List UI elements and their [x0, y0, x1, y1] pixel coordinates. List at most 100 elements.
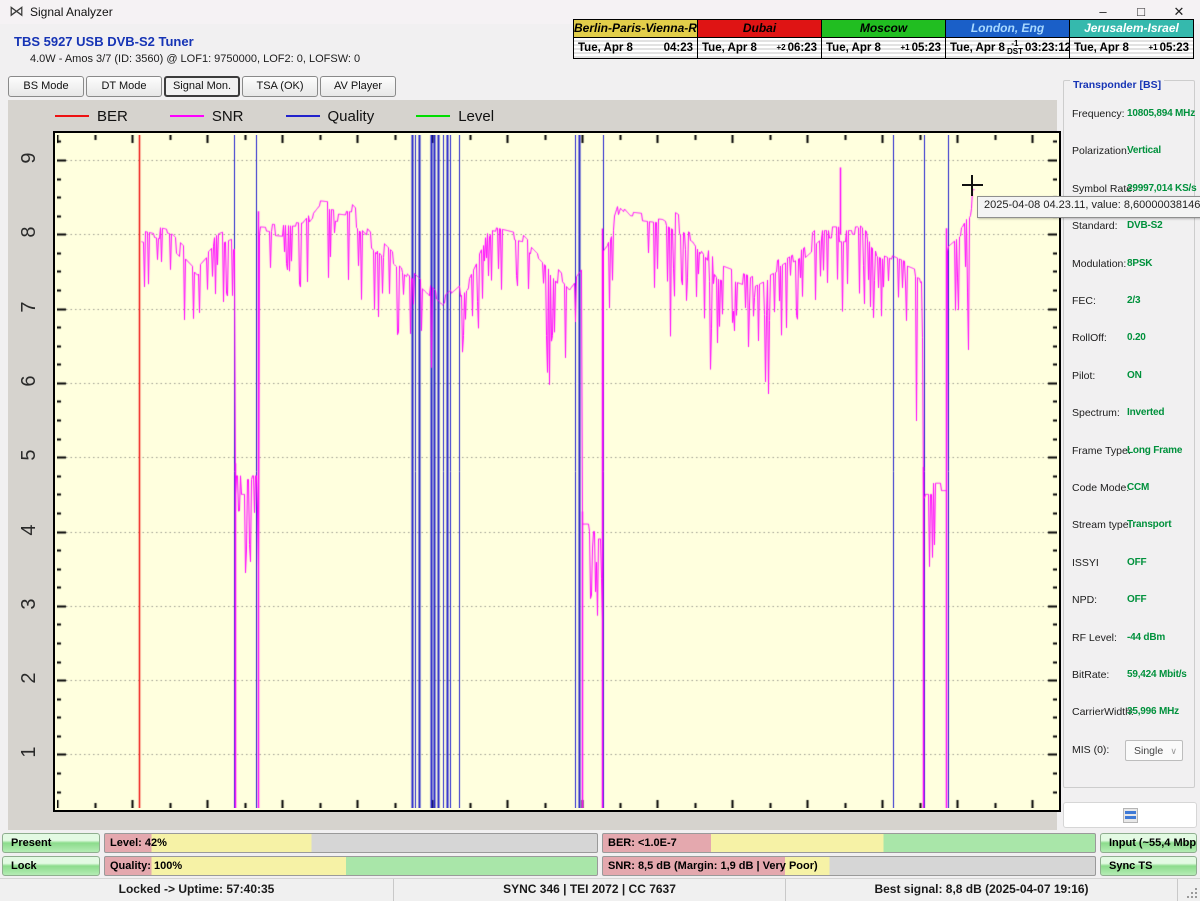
field-label: CarrierWidth: — [1072, 706, 1134, 718]
chevron-down-icon: ∨ — [1170, 741, 1177, 761]
clock-date: Tue, Apr 8 — [826, 42, 898, 54]
field-label: ISSYI — [1072, 557, 1099, 569]
field-value: 35,996 MHz — [1127, 706, 1179, 717]
field-label: RollOff: — [1072, 332, 1107, 344]
transponder-field: BitRate:59,424 Mbit/s — [1063, 669, 1197, 685]
field-label: MIS (0): — [1072, 744, 1109, 756]
tuner-title: TBS 5927 USB DVB-S2 Tuner — [14, 34, 194, 49]
transponder-field: ISSYI OFF — [1063, 557, 1197, 573]
clock-time: 05:23 — [912, 42, 941, 54]
y-axis-tick-label: 5 — [18, 442, 44, 468]
transponder-field: Modulation:8PSK — [1063, 258, 1197, 274]
y-axis-tick-label: 3 — [18, 591, 44, 617]
transponder-field: Spectrum:Inverted — [1063, 407, 1197, 423]
clock-date: Tue, Apr 8 — [1074, 42, 1146, 54]
clock-moscow: Moscow Tue, Apr 8 +1 05:23 — [821, 19, 946, 59]
transponder-field: NPD: OFF — [1063, 594, 1197, 610]
clock-date: Tue, Apr 8 — [702, 42, 774, 54]
mode-tabs: BS Mode DT Mode Signal Mon. TSA (OK) AV … — [8, 76, 396, 97]
field-value: 0.20 — [1127, 332, 1146, 343]
tab-signal-mon[interactable]: Signal Mon. — [164, 76, 240, 97]
field-label: Modulation: — [1072, 258, 1126, 270]
legend-item-quality: Quality — [286, 108, 375, 125]
field-label: Frequency: — [1072, 108, 1125, 120]
field-value: 10805,894 MHz — [1127, 108, 1195, 119]
clock-time-row: Tue, Apr 8 +1 05:23 — [822, 38, 945, 58]
clock-time-row: Tue, Apr 8 +2 06:23 — [698, 38, 821, 58]
transponder-field: Code Mode:CCM — [1063, 482, 1197, 498]
legend-label: BER — [97, 108, 128, 125]
field-label: Pilot: — [1072, 370, 1095, 382]
tab-av-player[interactable]: AV Player — [320, 76, 396, 97]
signal-chart-panel: BER SNR Quality Level 987654321 — [8, 100, 1057, 830]
tab-tsa[interactable]: TSA (OK) — [242, 76, 318, 97]
level-bar: Level: 42% — [104, 833, 598, 853]
transponder-field: Pilot:ON — [1063, 370, 1197, 386]
clock-london: London, Eng Tue, Apr 8 -1DST 03:23:12 — [945, 19, 1070, 59]
transponder-field: Stream type:Transport — [1063, 519, 1197, 535]
clock-time: 04:23 — [664, 42, 693, 54]
legend-label: Quality — [328, 108, 375, 125]
field-label: NPD: — [1072, 594, 1097, 606]
field-value: Vertical — [1127, 145, 1161, 156]
field-value: 59,424 Mbit/s — [1127, 669, 1187, 680]
clock-time-row: Tue, Apr 8 +1 05:23 — [1070, 38, 1193, 58]
transponder-field: Polarization:Vertical — [1063, 145, 1197, 161]
y-axis-tick-label: 1 — [18, 739, 44, 765]
legend-label: SNR — [212, 108, 244, 125]
transponder-field: RollOff: 0.20 — [1063, 332, 1197, 348]
y-axis-tick-label: 6 — [18, 368, 44, 394]
snr-line-swatch — [170, 115, 204, 117]
signal-analyzer-window: ⋈ Signal Analyzer – □ ✕ TBS 5927 USB DVB… — [0, 0, 1200, 900]
y-axis-tick-label: 4 — [18, 517, 44, 543]
tab-bs-mode[interactable]: BS Mode — [8, 76, 84, 97]
sync-ts-indicator: Sync TS — [1100, 856, 1197, 876]
signal-plot-area[interactable] — [53, 131, 1061, 812]
save-button[interactable] — [1063, 802, 1197, 828]
legend-label: Level — [458, 108, 494, 125]
transponder-field: CarrierWidth:35,996 MHz — [1063, 706, 1197, 722]
field-value: OFF — [1127, 557, 1146, 568]
clock-berlin: Berlin-Paris-Vienna-Roma Tue, Apr 8 04:2… — [573, 19, 698, 59]
snr-bar: SNR: 8,5 dB (Margin: 1,9 dB | Very Poor) — [602, 856, 1096, 876]
field-value: OFF — [1127, 594, 1146, 605]
clock-time-row: Tue, Apr 8 04:23 — [574, 38, 697, 58]
field-label: Frame Type: — [1072, 445, 1131, 457]
present-indicator: Present — [2, 833, 100, 853]
field-label: Spectrum: — [1072, 407, 1120, 419]
clock-label: London, Eng — [946, 20, 1069, 38]
clock-date: Tue, Apr 8 — [950, 42, 1005, 54]
tab-dt-mode[interactable]: DT Mode — [86, 76, 162, 97]
clock-offset: -1DST — [1007, 40, 1023, 56]
resize-grip[interactable] — [1187, 888, 1197, 898]
field-value: -44 dBm — [1127, 632, 1165, 643]
y-axis-tick-label: 9 — [18, 145, 44, 171]
status-bar: Locked -> Uptime: 57:40:35 SYNC 346 | TE… — [0, 878, 1200, 901]
transponder-field: Frequency:10805,894 MHz — [1063, 108, 1197, 124]
quality-line-swatch — [286, 115, 320, 117]
field-label: RF Level: — [1072, 632, 1117, 644]
mis-field: MIS (0): Single∨ — [1063, 744, 1197, 760]
groupbox-title: Transponder [BS] — [1070, 79, 1164, 91]
clock-label: Jerusalem-Israel — [1070, 20, 1193, 38]
level-line-swatch — [416, 115, 450, 117]
chart-legend: BER SNR Quality Level — [55, 107, 536, 125]
field-label: Stream type: — [1072, 519, 1132, 531]
transponder-field: FEC:2/3 — [1063, 295, 1197, 311]
transponder-field: RF Level: -44 dBm — [1063, 632, 1197, 648]
signal-chart-canvas[interactable] — [57, 135, 1057, 808]
field-label: Standard: — [1072, 220, 1118, 232]
chart-value-tooltip: 2025-04-08 04.23.11, value: 8,6000003814… — [977, 196, 1200, 218]
transponder-field: Frame Type:Long Frame — [1063, 445, 1197, 461]
y-axis-tick-label: 2 — [18, 665, 44, 691]
quality-bar: Quality: 100% — [104, 856, 598, 876]
clock-label: Berlin-Paris-Vienna-Roma — [574, 20, 697, 38]
y-axis-tick-label: 7 — [18, 294, 44, 320]
field-value: 8PSK — [1127, 258, 1152, 269]
legend-item-level: Level — [416, 108, 494, 125]
clock-time-row: Tue, Apr 8 -1DST 03:23:12 — [946, 38, 1069, 58]
transponder-sidebar: Transponder [BS] Frequency:10805,894 MHz… — [1063, 75, 1197, 830]
mis-dropdown[interactable]: Single∨ — [1125, 740, 1183, 761]
field-value: CCM — [1127, 482, 1149, 493]
clock-label: Moscow — [822, 20, 945, 38]
